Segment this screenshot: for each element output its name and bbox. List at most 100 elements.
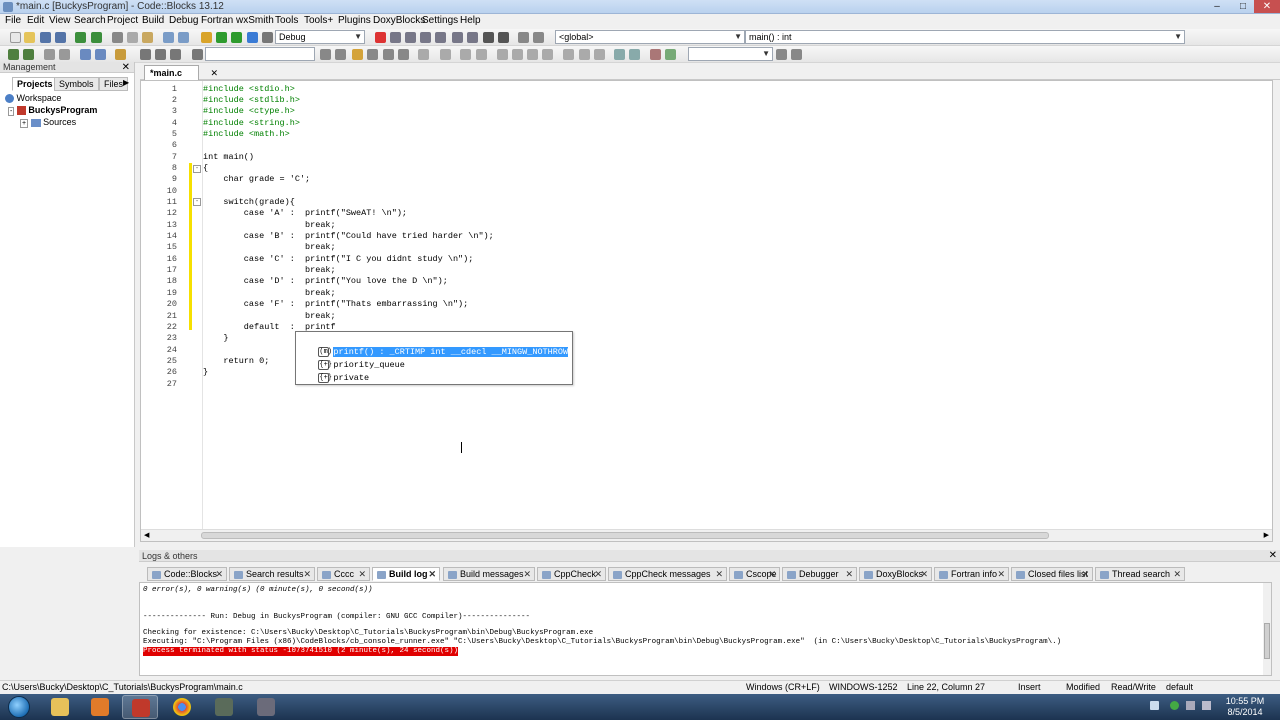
close-icon[interactable]: ✕: [1173, 568, 1181, 581]
scrollbar-thumb[interactable]: [201, 532, 1049, 539]
expand-icon[interactable]: +: [20, 119, 29, 128]
doxy2-icon[interactable]: [95, 49, 106, 60]
uncomment-icon[interactable]: [59, 49, 70, 60]
build-target-select[interactable]: Debug ▼: [275, 30, 365, 44]
close-icon[interactable]: ✕: [594, 568, 602, 581]
scroll-right-icon[interactable]: ▶: [1264, 531, 1269, 539]
tree-item-workspace[interactable]: Workspace: [5, 92, 61, 104]
taskbar-media[interactable]: [82, 695, 118, 719]
code-line[interactable]: case 'C' : printf("I C you didnt study \…: [203, 254, 474, 265]
code-line[interactable]: case 'F' : printf("Thats embarrassing \n…: [203, 299, 468, 310]
code-line[interactable]: break;: [203, 220, 336, 231]
copy-icon[interactable]: [127, 32, 138, 43]
fold-icon[interactable]: -: [193, 165, 201, 173]
close-icon[interactable]: ✕: [210, 66, 218, 80]
find-icon[interactable]: [163, 32, 174, 43]
close-icon[interactable]: ✕: [1081, 568, 1089, 581]
close-window-button[interactable]: ✕: [1254, 0, 1280, 13]
doxy-icon[interactable]: [80, 49, 91, 60]
log-tab[interactable]: Closed files list ✕: [1011, 567, 1093, 581]
close-icon[interactable]: ✕: [920, 568, 928, 581]
log-tab[interactable]: Build log ✕: [372, 567, 440, 581]
selected-only-icon[interactable]: [367, 49, 378, 60]
panel3-icon[interactable]: [476, 49, 487, 60]
code-line[interactable]: #include <math.h>: [203, 129, 290, 140]
step-into-icon[interactable]: [420, 32, 431, 43]
close-icon[interactable]: ✕: [122, 62, 130, 73]
debug-icon[interactable]: [375, 32, 386, 43]
debug-info-icon[interactable]: [533, 32, 544, 43]
code-line[interactable]: case 'A' : printf("SweAT! \n");: [203, 208, 407, 219]
minimize-button[interactable]: –: [1204, 0, 1230, 13]
jump-forward-icon[interactable]: [170, 49, 181, 60]
run-icon[interactable]: [216, 32, 227, 43]
close-icon[interactable]: ✕: [215, 568, 223, 581]
close-icon[interactable]: ✕: [523, 568, 531, 581]
open-file-icon[interactable]: [24, 32, 35, 43]
menu-wxsmith[interactable]: wxSmith: [234, 15, 276, 26]
menu-help[interactable]: Help: [458, 15, 483, 26]
horizontal-scrollbar[interactable]: ◀ ▶: [141, 529, 1272, 541]
menu-plugins[interactable]: Plugins: [336, 15, 373, 26]
menu-file[interactable]: File: [3, 15, 23, 26]
scrollbar-thumb[interactable]: [1264, 623, 1270, 659]
close-icon[interactable]: ✕: [428, 568, 436, 581]
log-tab[interactable]: Build messages ✕: [443, 567, 535, 581]
pause-icon[interactable]: [483, 32, 494, 43]
next-instruction-icon[interactable]: [452, 32, 463, 43]
code-line[interactable]: break;: [203, 311, 336, 322]
layout-icon[interactable]: [497, 49, 508, 60]
comment-icon[interactable]: [44, 49, 55, 60]
regex-icon[interactable]: [398, 49, 409, 60]
step-into-instruction-icon[interactable]: [467, 32, 478, 43]
menu-search[interactable]: Search: [72, 15, 108, 26]
layout3-icon[interactable]: [527, 49, 538, 60]
next-line-icon[interactable]: [405, 32, 416, 43]
debug-windows-icon[interactable]: [518, 32, 529, 43]
log-tab[interactable]: Thread search ✕: [1095, 567, 1185, 581]
incremental-search-input[interactable]: [205, 47, 315, 61]
tab-projects[interactable]: Projects: [12, 77, 58, 91]
code-line[interactable]: case 'D' : printf("You love the D \n");: [203, 276, 448, 287]
log-tab[interactable]: Cscope ✕: [729, 567, 780, 581]
close-icon[interactable]: ✕: [715, 568, 723, 581]
select-icon[interactable]: [418, 49, 429, 60]
highlight-icon[interactable]: [352, 49, 363, 60]
build-and-run-icon[interactable]: [231, 32, 242, 43]
window3-icon[interactable]: [594, 49, 605, 60]
symbol-icon[interactable]: [650, 49, 661, 60]
log-tab[interactable]: CppCheck messages ✕: [608, 567, 727, 581]
autocomplete-item[interactable]: {+}priority_queue: [298, 346, 405, 370]
tree-item-sources[interactable]: + Sources: [20, 116, 76, 128]
code-line[interactable]: switch(grade){: [203, 197, 294, 208]
close-icon[interactable]: ✕: [845, 568, 853, 581]
scroll-left-icon[interactable]: ◀: [144, 531, 149, 539]
code-line[interactable]: case 'B' : printf("Could have tried hard…: [203, 231, 494, 242]
code-line[interactable]: break;: [203, 242, 336, 253]
window-icon[interactable]: [563, 49, 574, 60]
code-line[interactable]: {: [203, 163, 208, 174]
vertical-scrollbar[interactable]: [1273, 80, 1280, 542]
close-icon[interactable]: ✕: [1269, 550, 1277, 561]
wizard-icon[interactable]: [115, 49, 126, 60]
log-scrollbar[interactable]: [1263, 583, 1271, 675]
log-tab[interactable]: Fortran info ✕: [934, 567, 1009, 581]
menu-settings[interactable]: Settings: [420, 15, 460, 26]
menu-edit[interactable]: Edit: [25, 15, 46, 26]
menu-view[interactable]: View: [47, 15, 73, 26]
build-icon[interactable]: [201, 32, 212, 43]
menu-debug[interactable]: Debug: [167, 15, 200, 26]
code-line[interactable]: #include <stdio.h>: [203, 84, 295, 95]
tray-arrow-icon[interactable]: [1150, 701, 1159, 710]
log-tab[interactable]: Search results ✕: [229, 567, 315, 581]
paste-icon[interactable]: [142, 32, 153, 43]
close-icon[interactable]: ✕: [997, 568, 1005, 581]
chevron-right-icon[interactable]: ▶: [123, 78, 129, 87]
window2-icon[interactable]: [579, 49, 590, 60]
layout2-icon[interactable]: [512, 49, 523, 60]
code-line[interactable]: }: [203, 367, 208, 378]
clock[interactable]: 10:55 PM 8/5/2014: [1220, 696, 1270, 718]
network-icon[interactable]: [1186, 701, 1195, 710]
taskbar-app2[interactable]: [248, 695, 284, 719]
volume-icon[interactable]: [1202, 701, 1211, 710]
